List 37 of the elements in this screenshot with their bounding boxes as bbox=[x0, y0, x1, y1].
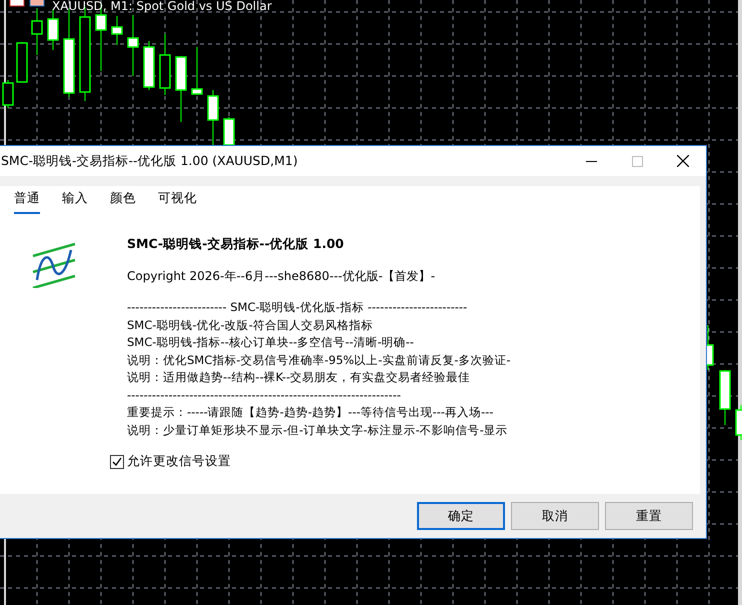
candle bbox=[159, 34, 171, 96]
dialog-button[interactable]: 取消 bbox=[511, 502, 599, 530]
tab[interactable]: 颜色 bbox=[110, 190, 136, 214]
close-icon bbox=[677, 155, 689, 167]
window-icon[interactable] bbox=[30, 0, 44, 6]
indicator-name: SMC-聪明钱-交易指标--优化版 1.00 bbox=[127, 236, 345, 253]
minimize-icon bbox=[586, 160, 596, 162]
indicator-logo-icon bbox=[31, 242, 77, 288]
description-line: 重要提示：-----请跟随【趋势-趋势-趋势】---等待信号出现---再入场--- bbox=[127, 404, 494, 421]
description-line: SMC-聪明钱-指标--核心订单块--多空信号--清晰-明确-- bbox=[127, 334, 415, 351]
window-title: SMC-聪明钱-交易指标--优化版 1.00 (XAUUSD,M1) bbox=[1, 152, 299, 170]
candle bbox=[127, 14, 139, 76]
copyright-text: Copyright 2026-年--6月---she8680---优化版-【首发】- bbox=[127, 268, 436, 285]
candle bbox=[143, 40, 155, 90]
description-line: 说明：优化SMC指标-交易信号准确率-95%以上-实盘前请反复-多次验证- bbox=[127, 352, 511, 368]
candle bbox=[16, 42, 28, 83]
checkbox-label[interactable]: 允许更改信号设置 bbox=[127, 453, 231, 470]
tab[interactable]: 可视化 bbox=[158, 190, 197, 214]
dialog-button[interactable]: 确定 bbox=[417, 502, 505, 530]
window-icon[interactable] bbox=[10, 0, 24, 6]
candle bbox=[719, 370, 731, 426]
dialog-button[interactable]: 重置 bbox=[605, 502, 693, 530]
candle bbox=[175, 56, 187, 122]
candle bbox=[735, 404, 742, 440]
maximize-icon bbox=[632, 156, 642, 166]
chart-title: XAUUSD, M1: Spot Gold vs US Dollar bbox=[52, 0, 272, 13]
description-line: ------------------------------------------------------------------ bbox=[127, 386, 402, 404]
tab[interactable]: 普通 bbox=[14, 190, 40, 214]
description-line: 说明：适用做趋势--结构--裸K--交易朋友，有实盘交易者经验最佳 bbox=[127, 369, 472, 386]
checkbox[interactable] bbox=[110, 454, 124, 468]
description-line: SMC-聪明钱-优化-改版-符合国人交易风格指标 bbox=[127, 316, 374, 334]
description-line: 说明：少量订单矩形块不显示-但-订单块文字-标注显示-不影响信号-显示 bbox=[127, 422, 509, 438]
candle bbox=[31, 8, 43, 56]
candle bbox=[191, 46, 203, 96]
tab[interactable]: 输入 bbox=[62, 190, 88, 214]
candle bbox=[111, 16, 123, 46]
description-line: ------------------------ SMC-聪明钱-优化版-指标 ------------------------ bbox=[127, 299, 468, 316]
